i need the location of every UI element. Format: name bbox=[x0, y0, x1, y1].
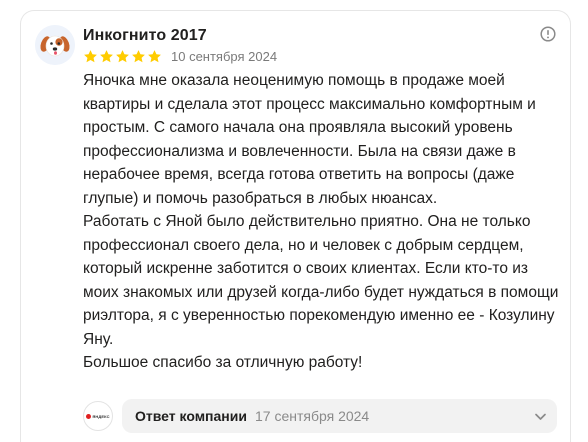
info-icon[interactable] bbox=[540, 26, 556, 42]
logo-dot-icon bbox=[86, 413, 92, 419]
company-reply-toggle[interactable]: Ответ компании 17 сентября 2024 bbox=[122, 399, 557, 433]
chevron-down-icon bbox=[535, 413, 546, 420]
review-paragraph: Яночка мне оказала неоценимую помощь в п… bbox=[83, 72, 536, 207]
company-logo-text: ЯНДЕКС bbox=[92, 413, 110, 419]
company-logo: ЯНДЕКС bbox=[83, 401, 113, 431]
review-text: Яночка мне оказала неоценимую помощь в п… bbox=[83, 69, 563, 375]
review-card: Инкогнито 2017 10 сентября 2024 Яночка м… bbox=[20, 10, 571, 442]
star-icon bbox=[132, 49, 145, 62]
company-reply-label: Ответ компании bbox=[135, 408, 247, 424]
review-paragraph: Большое спасибо за отличную работу! bbox=[83, 354, 363, 371]
review-paragraph: Работать с Яной было действительно прият… bbox=[83, 213, 559, 348]
review-author[interactable]: Инкогнито 2017 bbox=[83, 27, 207, 45]
star-icon bbox=[84, 49, 97, 62]
star-icon bbox=[116, 49, 129, 62]
star-icon bbox=[148, 49, 161, 62]
star-icon bbox=[100, 49, 113, 62]
company-reply-date: 17 сентября 2024 bbox=[254, 408, 370, 424]
dog-avatar-icon[interactable] bbox=[35, 25, 75, 65]
rating-row: 10 сентября 2024 bbox=[83, 48, 277, 64]
review-date: 10 сентября 2024 bbox=[171, 48, 278, 64]
star-rating bbox=[83, 49, 162, 64]
